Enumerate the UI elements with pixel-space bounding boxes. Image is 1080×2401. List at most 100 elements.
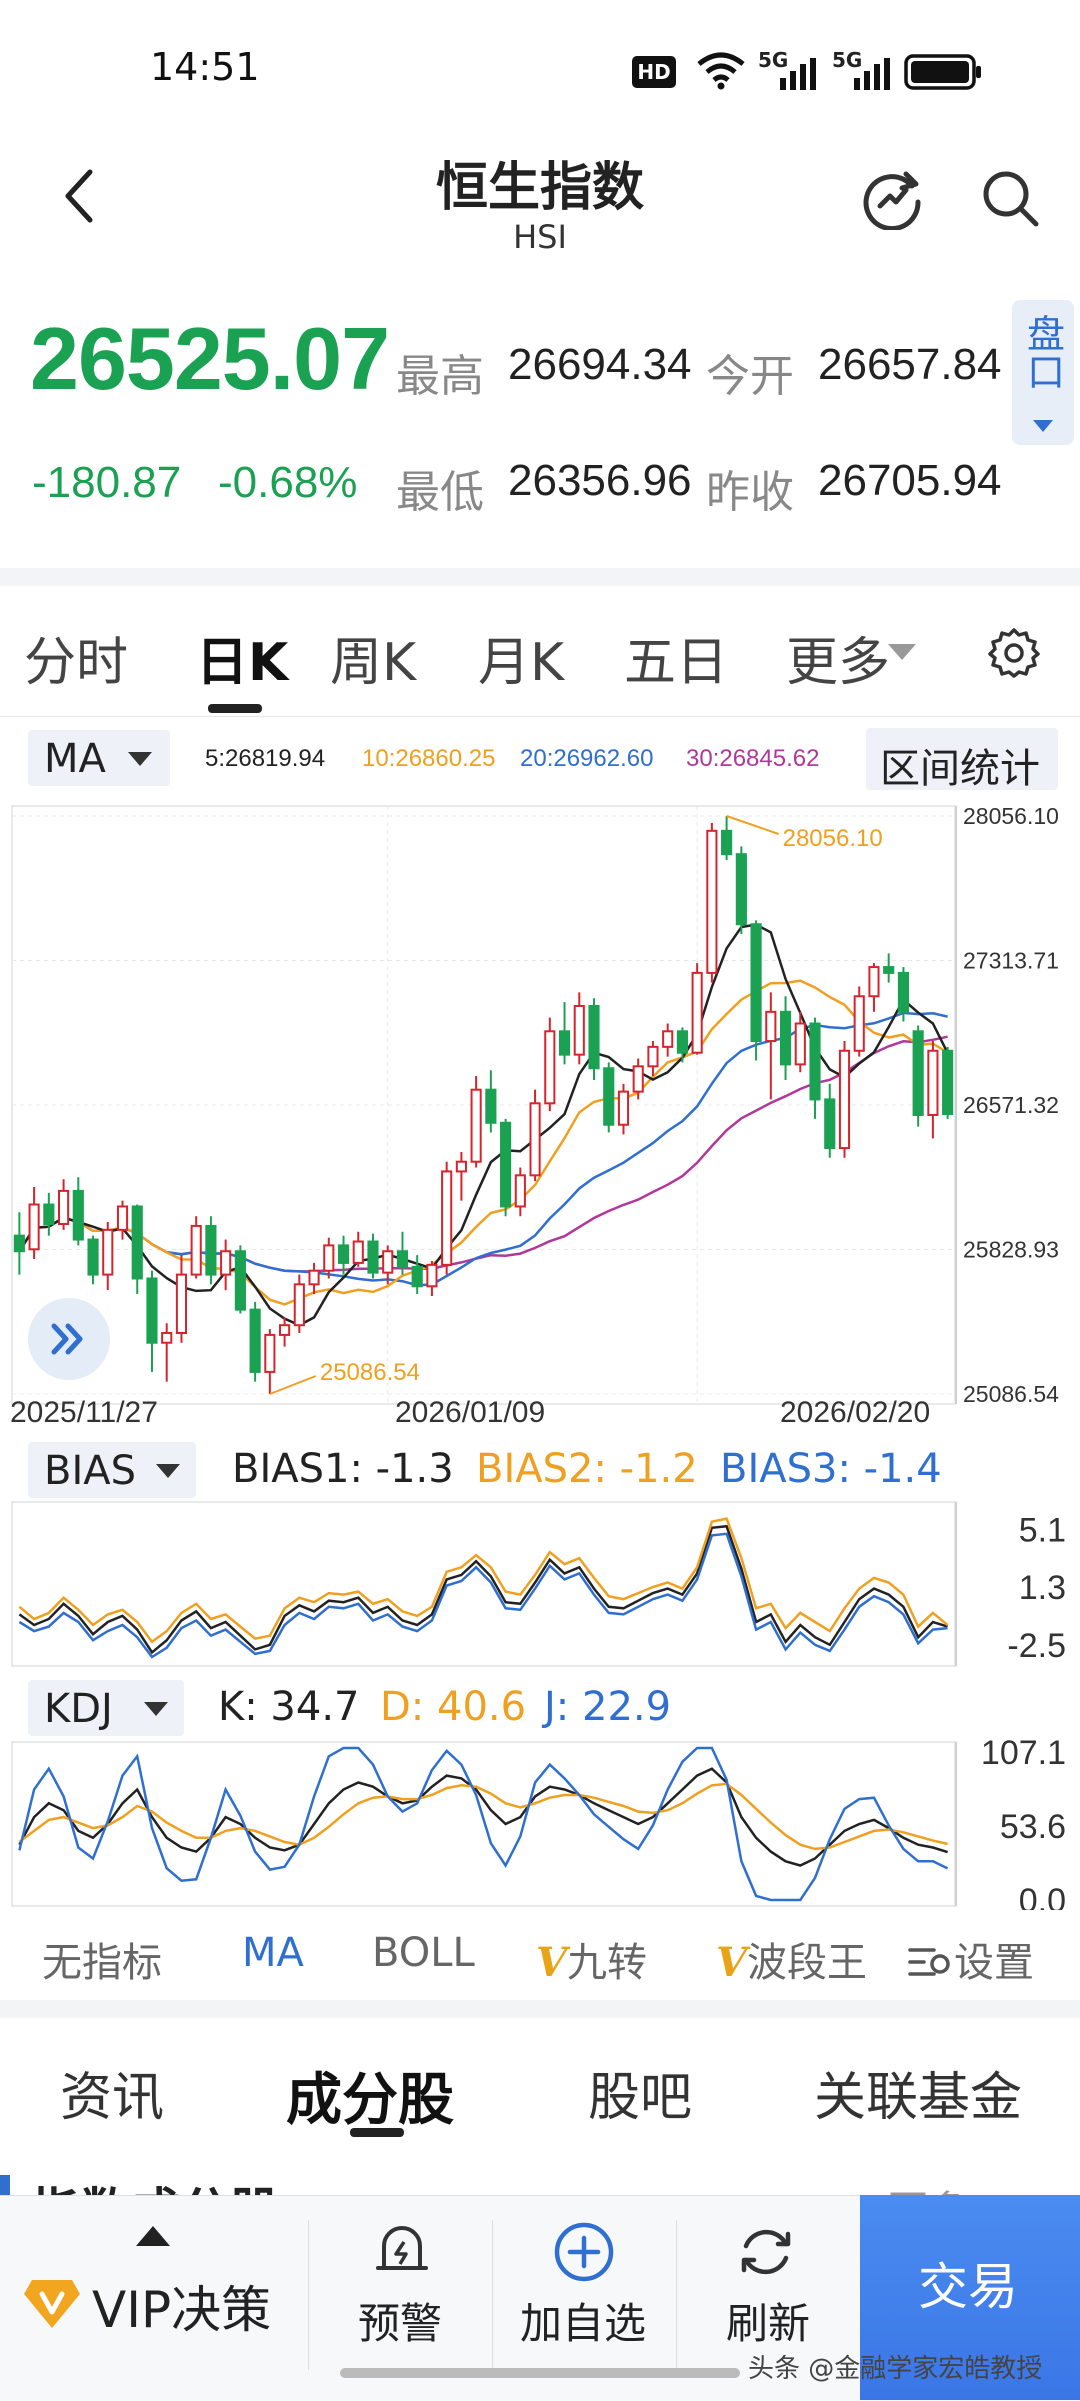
- tab-monthly-k[interactable]: 月K: [478, 620, 564, 695]
- pankou-button[interactable]: 盘口: [1012, 300, 1074, 445]
- min-annotation-label: 25086.54: [320, 1359, 420, 1386]
- indicator-settings[interactable]: 设置: [906, 1930, 1034, 1988]
- tab-more[interactable]: 更多: [786, 620, 890, 695]
- indicator-series-line: [18, 1517, 949, 1644]
- candle-up: [308, 1269, 320, 1286]
- candle-up: [455, 1160, 467, 1173]
- indicator-jiuzhuan-label: 九转: [567, 1940, 648, 1986]
- tab-forum[interactable]: 股吧: [588, 2055, 692, 2130]
- ma20-line: [18, 1011, 948, 1287]
- kdj-chart[interactable]: 107.1 53.6 0.0: [0, 1740, 1080, 1910]
- alert-button[interactable]: 预警: [358, 2290, 442, 2351]
- candle-down: [205, 1224, 217, 1276]
- max-annotation-label: 28056.10: [783, 825, 883, 852]
- tab-constituents[interactable]: 成分股: [286, 2055, 454, 2136]
- tab-daily-k[interactable]: 日K: [196, 620, 288, 695]
- indicator-boduan-label: 波段王: [747, 1940, 868, 1986]
- section-more-link[interactable]: 更多: [888, 2178, 968, 2195]
- vip-decision-button[interactable]: VIP决策: [92, 2270, 271, 2342]
- candle-up: [116, 1205, 129, 1231]
- candle-down: [735, 853, 747, 926]
- y-tick-label: 25828.93: [963, 1237, 1059, 1263]
- price-change: -180.87: [32, 458, 182, 507]
- min-annotation-line: [269, 1375, 317, 1395]
- candlestick-chart[interactable]: 28056.10 27313.71 26571.32 25828.93 25086.54…: [0, 796, 1080, 1440]
- candle-up: [28, 1203, 40, 1251]
- refresh-trend-icon[interactable]: [860, 166, 924, 230]
- candle-up: [838, 1049, 851, 1150]
- v-badge-icon: V: [716, 1939, 748, 1986]
- candle-down: [146, 1277, 158, 1344]
- candle-down: [603, 1067, 615, 1126]
- kdj-selector[interactable]: KDJ: [28, 1680, 184, 1736]
- tab-related-funds[interactable]: 关联基金: [814, 2055, 1022, 2130]
- indicator-boll[interactable]: BOLL: [372, 1930, 475, 1976]
- candle-up: [352, 1240, 364, 1264]
- candle-down: [72, 1189, 84, 1241]
- candle-up: [573, 1004, 585, 1056]
- status-time: 14:51: [150, 45, 260, 89]
- candle-up: [691, 971, 703, 1054]
- alert-bell-icon: [376, 2226, 428, 2270]
- x-tick-label: 2026/02/20: [780, 1396, 930, 1429]
- y-tick-label: 26571.32: [963, 1092, 1059, 1118]
- candle-up: [662, 1030, 674, 1048]
- indicator-jiuzhuan[interactable]: V九转: [536, 1930, 647, 1988]
- caret-down-icon: [156, 1464, 180, 1478]
- high-value: 26694.34: [508, 340, 692, 389]
- candle-down: [87, 1238, 99, 1276]
- indicator-none[interactable]: 无指标: [42, 1930, 162, 1988]
- refresh-icon: [741, 2229, 791, 2275]
- watermark-text: 头条 @金融学家宏皓教授: [748, 2354, 1043, 2384]
- indicator-y-tick: 53.6: [1000, 1808, 1066, 1846]
- x-tick-label: 2026/01/09: [395, 1396, 545, 1429]
- add-watchlist-button[interactable]: 加自选: [520, 2290, 646, 2351]
- candle-down: [779, 1010, 792, 1066]
- gear-icon[interactable]: [988, 626, 1040, 678]
- candle-up: [382, 1250, 394, 1274]
- home-indicator[interactable]: [340, 2368, 740, 2378]
- ma-selector[interactable]: MA: [28, 730, 170, 786]
- indicator-ma[interactable]: MA: [242, 1930, 304, 1976]
- candle-down: [500, 1121, 512, 1208]
- bias-selector[interactable]: BIAS: [28, 1442, 196, 1498]
- expand-panel-button[interactable]: [28, 1298, 110, 1380]
- candle-down: [809, 1022, 821, 1101]
- search-icon[interactable]: [978, 166, 1042, 230]
- candle-up: [426, 1263, 438, 1288]
- y-tick-label: 27313.71: [963, 948, 1059, 974]
- indicator-y-tick: 1.3: [1019, 1569, 1066, 1607]
- range-stats-button[interactable]: 区间统计: [866, 728, 1058, 792]
- tab-news[interactable]: 资讯: [60, 2055, 164, 2130]
- signal-bars-icon-1: [780, 58, 816, 90]
- pankou-label: 盘口: [1020, 314, 1065, 390]
- bias-selector-label: BIAS: [44, 1448, 136, 1494]
- section-divider: [0, 2000, 1080, 2018]
- bias-chart[interactable]: 5.1 1.3 -2.5: [0, 1500, 1080, 1670]
- chevron-up-icon[interactable]: [136, 2226, 170, 2246]
- candle-down: [912, 1030, 924, 1116]
- candle-up: [647, 1045, 659, 1068]
- candle-up: [279, 1324, 291, 1336]
- caret-down-icon: [144, 1702, 168, 1716]
- kdj-k-value: K: 34.7: [218, 1684, 360, 1730]
- section-divider: [0, 568, 1080, 586]
- indicator-y-tick: 0.0: [1019, 1882, 1066, 1910]
- indicator-y-tick: -2.5: [1007, 1627, 1066, 1665]
- tab-intraday[interactable]: 分时: [24, 620, 128, 695]
- candle-up: [529, 1102, 541, 1177]
- indicator-boduan[interactable]: V波段王: [716, 1930, 867, 1988]
- candle-up: [470, 1088, 482, 1163]
- candle-down: [721, 829, 733, 856]
- y-tick-label: 25086.54: [963, 1381, 1059, 1407]
- candle-up: [190, 1224, 202, 1276]
- candle-up: [868, 966, 880, 998]
- candle-up: [853, 995, 865, 1052]
- candle-up: [441, 1170, 453, 1266]
- ma20-value: 20:26962.60: [520, 745, 654, 772]
- candle-down: [676, 1030, 688, 1054]
- tab-five-day[interactable]: 五日: [624, 620, 728, 695]
- tab-weekly-k[interactable]: 周K: [330, 620, 416, 695]
- section-title: 指数成分股: [30, 2172, 280, 2195]
- refresh-button[interactable]: 刷新: [726, 2290, 810, 2351]
